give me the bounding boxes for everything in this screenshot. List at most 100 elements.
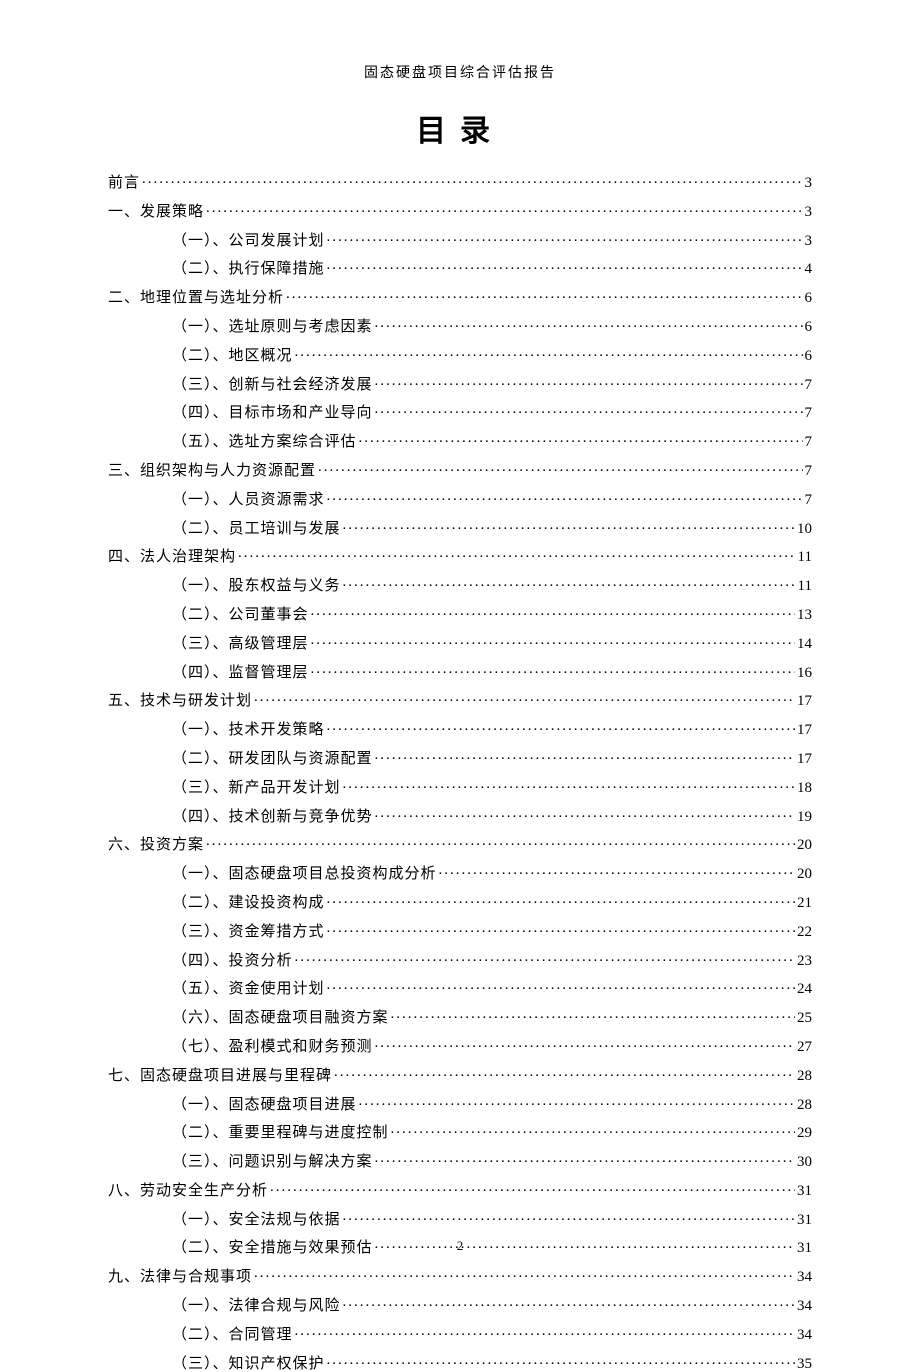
toc-entry[interactable]: （六）、固态硬盘项目融资方案25	[108, 1007, 812, 1026]
toc-entry[interactable]: （七）、盈利模式和财务预测27	[108, 1036, 812, 1055]
toc-entry[interactable]: （一）、股东权益与义务11	[108, 575, 812, 594]
toc-entry[interactable]: （四）、目标市场和产业导向7	[108, 402, 812, 421]
toc-entry-label: （五）、选址方案综合评估	[172, 435, 357, 450]
toc-entry-label: 七、固态硬盘项目进展与里程碑	[108, 1069, 332, 1084]
toc-leader-dots	[375, 806, 795, 821]
toc-leader-dots	[439, 863, 795, 878]
toc-entry[interactable]: （三）、创新与社会经济发展7	[108, 374, 812, 393]
toc-entry[interactable]: 三、组织架构与人力资源配置 7	[108, 460, 812, 479]
toc-entry-page: 13	[797, 608, 812, 623]
toc-entry-label: （二）、合同管理	[172, 1328, 293, 1343]
toc-entry[interactable]: （一）、选址原则与考虑因素6	[108, 316, 812, 335]
toc-entry-label: 六、投资方案	[108, 838, 204, 853]
toc-entry-label: （一）、安全法规与依据	[172, 1213, 341, 1228]
toc-entry[interactable]: （一）、法律合规与风险34	[108, 1295, 812, 1314]
toc-entry-page: 34	[797, 1270, 812, 1285]
toc-entry[interactable]: （二）、员工培训与发展10	[108, 518, 812, 537]
toc-entry-page: 3	[805, 176, 813, 191]
toc-entry[interactable]: （四）、投资分析23	[108, 950, 812, 969]
toc-leader-dots	[359, 431, 803, 446]
toc-entry[interactable]: （一）、安全法规与依据 31	[108, 1209, 812, 1228]
toc-leader-dots	[327, 978, 795, 993]
table-of-contents: 前言3 一、发展策略3 （一）、公司发展计划3 （二）、执行保障措施 4 二、地理位置与选…	[108, 172, 812, 1372]
toc-entry[interactable]: 六、投资方案20	[108, 834, 812, 853]
toc-leader-dots	[375, 1151, 795, 1166]
toc-entry-label: 二、地理位置与选址分析	[108, 291, 284, 306]
toc-entry[interactable]: 八、劳动安全生产分析31	[108, 1180, 812, 1199]
toc-entry[interactable]: （一）、技术开发策略17	[108, 719, 812, 738]
toc-leader-dots	[327, 489, 803, 504]
toc-leader-dots	[295, 345, 803, 360]
toc-leader-dots	[327, 719, 795, 734]
toc-entry-page: 34	[797, 1328, 812, 1343]
toc-entry-label: （二）、执行保障措施	[172, 262, 325, 277]
toc-leader-dots	[327, 258, 803, 273]
toc-entry-page: 7	[805, 435, 813, 450]
toc-entry-label: 八、劳动安全生产分析	[108, 1184, 268, 1199]
page-number: 2	[0, 1238, 920, 1254]
toc-entry-label: （三）、创新与社会经济发展	[172, 378, 373, 393]
toc-entry-page: 16	[797, 666, 812, 681]
toc-entry[interactable]: （五）、资金使用计划24	[108, 978, 812, 997]
toc-entry-label: （一）、人员资源需求	[172, 493, 325, 508]
toc-entry[interactable]: （二）、研发团队与资源配置17	[108, 748, 812, 767]
toc-entry-page: 6	[805, 320, 813, 335]
toc-entry-label: （二）、公司董事会	[172, 608, 309, 623]
toc-entry-label: （二）、建设投资构成	[172, 896, 325, 911]
toc-entry[interactable]: （二）、地区概况 6	[108, 345, 812, 364]
toc-entry[interactable]: （四）、技术创新与竞争优势19	[108, 806, 812, 825]
toc-leader-dots	[343, 777, 795, 792]
toc-entry[interactable]: 四、法人治理架构 11	[108, 546, 812, 565]
toc-entry[interactable]: （一）、固态硬盘项目总投资构成分析20	[108, 863, 812, 882]
toc-entry-label: 五、技术与研发计划	[108, 694, 252, 709]
toc-entry[interactable]: （四）、监督管理层 16	[108, 662, 812, 681]
toc-leader-dots	[334, 1065, 795, 1080]
toc-leader-dots	[206, 201, 802, 216]
toc-entry[interactable]: （一）、公司发展计划3	[108, 230, 812, 249]
toc-entry-label: （四）、监督管理层	[172, 666, 309, 681]
toc-entry[interactable]: （一）、固态硬盘项目进展28	[108, 1094, 812, 1113]
toc-entry-page: 27	[797, 1040, 812, 1055]
toc-entry[interactable]: 五、技术与研发计划17	[108, 690, 812, 709]
toc-leader-dots	[391, 1122, 795, 1137]
toc-entry-label: 四、法人治理架构	[108, 550, 236, 565]
toc-entry[interactable]: （三）、问题识别与解决方案30	[108, 1151, 812, 1170]
toc-entry[interactable]: （三）、新产品开发计划18	[108, 777, 812, 796]
toc-entry[interactable]: （二）、建设投资构成21	[108, 892, 812, 911]
toc-entry[interactable]: （一）、人员资源需求7	[108, 489, 812, 508]
toc-entry[interactable]: 一、发展策略3	[108, 201, 812, 220]
toc-entry-page: 25	[797, 1011, 812, 1026]
toc-leader-dots	[343, 1295, 795, 1310]
toc-entry-page: 19	[797, 810, 812, 825]
toc-leader-dots	[295, 1324, 795, 1339]
toc-entry-page: 4	[805, 262, 813, 277]
toc-leader-dots	[254, 690, 795, 705]
toc-entry[interactable]: （二）、执行保障措施 4	[108, 258, 812, 277]
toc-leader-dots	[375, 1036, 795, 1051]
toc-entry[interactable]: （二）、重要里程碑与进度控制29	[108, 1122, 812, 1141]
toc-entry[interactable]: （五）、选址方案综合评估 7	[108, 431, 812, 450]
toc-entry-label: （二）、地区概况	[172, 349, 293, 364]
toc-entry-label: （一）、固态硬盘项目进展	[172, 1098, 357, 1113]
toc-leader-dots	[295, 950, 795, 965]
toc-entry[interactable]: 二、地理位置与选址分析6	[108, 287, 812, 306]
toc-entry[interactable]: （二）、合同管理 34	[108, 1324, 812, 1343]
toc-entry[interactable]: （三）、资金筹措方式22	[108, 921, 812, 940]
toc-leader-dots	[206, 834, 795, 849]
toc-entry[interactable]: 七、固态硬盘项目进展与里程碑 28	[108, 1065, 812, 1084]
toc-entry-page: 7	[805, 464, 813, 479]
toc-entry-label: （一）、股东权益与义务	[172, 579, 341, 594]
toc-entry[interactable]: 九、法律与合规事项34	[108, 1266, 812, 1285]
toc-entry-page: 11	[798, 550, 812, 565]
toc-entry[interactable]: （二）、公司董事会 13	[108, 604, 812, 623]
toc-leader-dots	[327, 921, 795, 936]
toc-entry[interactable]: （三）、知识产权保护35	[108, 1353, 812, 1372]
toc-entry-page: 31	[797, 1213, 812, 1228]
toc-entry-label: （二）、员工培训与发展	[172, 522, 341, 537]
toc-entry-page: 28	[797, 1069, 812, 1084]
toc-entry[interactable]: 前言3	[108, 172, 812, 191]
toc-entry-label: 三、组织架构与人力资源配置	[108, 464, 316, 479]
toc-entry-page: 23	[797, 954, 812, 969]
toc-entry-page: 6	[805, 349, 813, 364]
toc-entry[interactable]: （三）、高级管理层14	[108, 633, 812, 652]
